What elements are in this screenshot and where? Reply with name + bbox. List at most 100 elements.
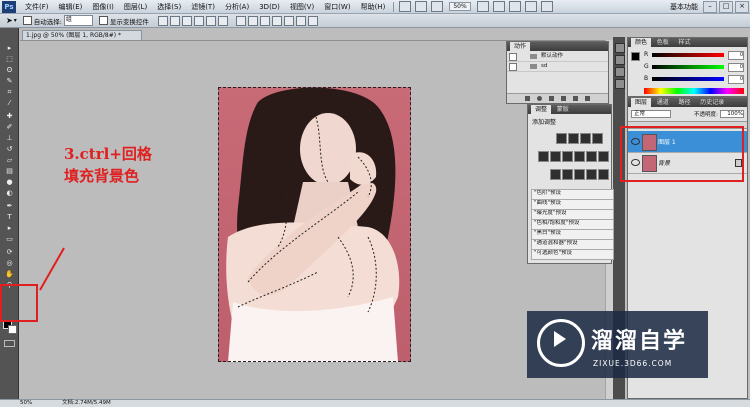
type-tool-icon[interactable]: T xyxy=(4,213,15,221)
zoom-readout[interactable]: 50% xyxy=(20,400,32,407)
preset-channel-mixer[interactable]: "通道混和器"预设 xyxy=(531,239,614,250)
background-color-swatch[interactable] xyxy=(8,325,17,334)
screen-mode-icon[interactable] xyxy=(540,1,553,12)
distribute-vcenter-icon[interactable] xyxy=(247,15,258,26)
menu-edit[interactable]: 编辑(E) xyxy=(54,2,88,12)
extras-icon[interactable] xyxy=(431,1,444,12)
menu-image[interactable]: 图像(I) xyxy=(87,2,119,12)
preset-black-white[interactable]: "黑白"预设 xyxy=(531,229,614,240)
history-brush-tool-icon[interactable]: ↺ xyxy=(4,145,15,153)
zoom-tool-icon[interactable] xyxy=(492,1,505,12)
hue-saturation-icon[interactable] xyxy=(550,151,561,162)
posterize-icon[interactable] xyxy=(562,169,573,180)
tab-channels[interactable]: 通道 xyxy=(653,98,673,107)
distribute-bottom-icon[interactable] xyxy=(259,15,270,26)
tab-adjustments[interactable]: 调整 xyxy=(531,105,552,114)
tab-color[interactable]: 颜色 xyxy=(631,38,652,47)
blend-mode-select[interactable]: 正常 xyxy=(631,110,671,118)
auto-align-icon[interactable] xyxy=(307,15,318,26)
rotate-view-icon[interactable] xyxy=(508,1,521,12)
document-tab[interactable]: 1.jpg @ 50% (图层 1, RGB/8#) * xyxy=(22,30,142,40)
menu-layer[interactable]: 图层(L) xyxy=(119,2,152,12)
blue-value[interactable]: 0 xyxy=(728,75,744,84)
opacity-input[interactable]: 100% xyxy=(720,110,744,118)
3d-rotate-tool-icon[interactable]: ⟳ xyxy=(4,248,15,256)
hand-tool-icon[interactable]: ✋ xyxy=(4,270,15,278)
dodge-tool-icon[interactable]: ◐ xyxy=(4,189,15,197)
color-balance-icon[interactable] xyxy=(562,151,573,162)
color-ramp[interactable] xyxy=(644,88,744,94)
exposure-icon[interactable] xyxy=(592,133,603,144)
preset-selective-color[interactable]: "可选颜色"预设 xyxy=(531,249,614,260)
red-slider[interactable]: R 0 xyxy=(644,51,746,60)
new-set-icon[interactable] xyxy=(561,96,566,101)
distribute-top-icon[interactable] xyxy=(235,15,246,26)
menu-window[interactable]: 窗口(W) xyxy=(319,2,355,12)
eraser-tool-icon[interactable]: ▱ xyxy=(4,156,15,164)
distribute-right-icon[interactable] xyxy=(295,15,306,26)
auto-select-checkbox[interactable] xyxy=(22,16,32,25)
show-transform-checkbox[interactable] xyxy=(98,16,108,25)
threshold-icon[interactable] xyxy=(574,169,585,180)
vibrance-icon[interactable] xyxy=(538,151,549,162)
chevron-down-icon[interactable]: ▾ xyxy=(14,17,17,24)
crop-tool-icon[interactable]: ⌗ xyxy=(4,88,15,96)
close-button[interactable]: × xyxy=(735,0,749,13)
delete-icon[interactable] xyxy=(585,96,590,101)
menu-file[interactable]: 文件(F) xyxy=(20,2,54,12)
shape-tool-icon[interactable]: ▭ xyxy=(4,235,15,243)
zoom-level-select[interactable]: 50% xyxy=(449,2,471,11)
tab-actions[interactable]: 动作 xyxy=(510,42,531,51)
preset-levels[interactable]: "色阶"预设 xyxy=(531,189,614,200)
quick-select-tool-icon[interactable]: ✎ xyxy=(4,77,15,85)
auto-select-dropdown[interactable]: 组 xyxy=(63,15,93,26)
preset-curves[interactable]: "曲线"预设 xyxy=(531,199,614,210)
new-action-icon[interactable] xyxy=(573,96,578,101)
action-toggle-checkbox[interactable] xyxy=(509,53,517,61)
play-icon[interactable] xyxy=(549,96,554,101)
black-white-icon[interactable] xyxy=(574,151,585,162)
tab-swatches[interactable]: 色板 xyxy=(653,38,673,47)
action-toggle-checkbox[interactable] xyxy=(509,63,517,71)
stop-icon[interactable] xyxy=(525,96,530,101)
menu-view[interactable]: 视图(V) xyxy=(285,2,319,12)
menu-select[interactable]: 选择(S) xyxy=(152,2,186,12)
red-track[interactable] xyxy=(652,53,724,57)
menu-filter[interactable]: 滤镜(T) xyxy=(186,2,220,12)
red-value[interactable]: 0 xyxy=(728,51,744,60)
menu-help[interactable]: 帮助(H) xyxy=(356,2,391,12)
move-tool-icon[interactable]: ➤ xyxy=(6,16,13,25)
align-top-icon[interactable] xyxy=(157,15,168,26)
menu-3d[interactable]: 3D(D) xyxy=(254,3,285,11)
blue-slider[interactable]: B 0 xyxy=(644,75,746,84)
maximize-button[interactable]: □ xyxy=(719,0,733,13)
minibridge-icon[interactable] xyxy=(415,1,428,12)
actions-panel-icon[interactable] xyxy=(615,55,625,65)
masks-panel-icon[interactable] xyxy=(615,79,625,89)
quick-mask-icon[interactable] xyxy=(4,340,15,347)
action-set-row[interactable]: 默认动作 xyxy=(507,52,608,62)
move-tool-icon[interactable]: ▸ xyxy=(4,44,15,52)
marquee-tool-icon[interactable]: ⬚ xyxy=(4,55,15,63)
align-right-icon[interactable] xyxy=(217,15,228,26)
menu-analysis[interactable]: 分析(A) xyxy=(220,2,254,12)
distribute-left-icon[interactable] xyxy=(271,15,282,26)
tab-history[interactable]: 历史记录 xyxy=(696,98,728,107)
align-vcenter-icon[interactable] xyxy=(169,15,180,26)
preset-hue-saturation[interactable]: "色相/饱和度"预设 xyxy=(531,219,614,230)
document-info[interactable]: 文档:2.74M/5.49M xyxy=(62,400,111,407)
selective-color-icon[interactable] xyxy=(598,169,609,180)
tab-styles[interactable]: 样式 xyxy=(675,38,695,47)
lasso-tool-icon[interactable]: ʘ xyxy=(4,66,15,74)
gradient-map-icon[interactable] xyxy=(586,169,597,180)
pen-tool-icon[interactable]: ✒ xyxy=(4,202,15,210)
path-select-tool-icon[interactable]: ▸ xyxy=(4,224,15,232)
color-fg-swatch[interactable] xyxy=(631,52,640,61)
healing-brush-tool-icon[interactable]: ✚ xyxy=(4,112,15,120)
distribute-hcenter-icon[interactable] xyxy=(283,15,294,26)
gradient-tool-icon[interactable]: ▤ xyxy=(4,167,15,175)
tab-paths[interactable]: 路径 xyxy=(675,98,695,107)
hand-tool-icon[interactable] xyxy=(476,1,489,12)
blue-track[interactable] xyxy=(652,77,724,81)
curves-icon[interactable] xyxy=(580,133,591,144)
